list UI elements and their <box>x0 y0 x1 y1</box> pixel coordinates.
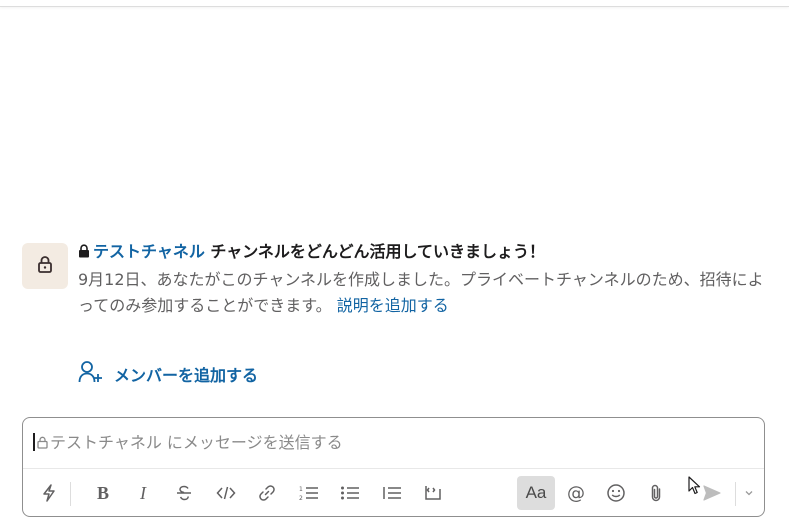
send-divider <box>735 482 736 506</box>
message-placeholder: テストチャネル にメッセージを送信する <box>50 433 343 452</box>
code-block-button[interactable] <box>417 476 449 510</box>
message-input[interactable]: テストチャネル にメッセージを送信する <box>33 428 754 458</box>
chevron-down-icon <box>744 489 754 497</box>
blockquote-button[interactable] <box>376 476 408 510</box>
mention-icon: @ <box>567 482 585 504</box>
add-members-button[interactable]: メンバーを追加する <box>78 360 258 388</box>
paperclip-icon <box>648 483 664 503</box>
text-caret <box>33 433 35 451</box>
intro-text: テストチャネル チャンネルをどんどん活用していきましょう！ 9月12日、あなたが… <box>78 240 778 319</box>
link-button[interactable] <box>251 476 283 510</box>
formatting-toolbar: B I 12 Aa @ <box>23 474 764 512</box>
ordered-list-button[interactable]: 12 <box>293 476 325 510</box>
svg-text:2: 2 <box>299 495 303 502</box>
shortcuts-button[interactable] <box>33 476 65 510</box>
bold-button[interactable]: B <box>87 476 119 510</box>
lightning-icon <box>41 484 57 502</box>
code-button[interactable] <box>210 476 242 510</box>
bulleted-list-icon <box>340 484 360 502</box>
strikethrough-button[interactable] <box>168 476 200 510</box>
channel-avatar <box>22 243 68 289</box>
formatting-toggle-button[interactable]: Aa <box>517 476 555 510</box>
header-divider <box>0 0 789 7</box>
send-options-button[interactable] <box>739 476 759 510</box>
mouse-pointer-icon <box>688 476 702 500</box>
ordered-list-icon: 12 <box>299 484 319 502</box>
bulleted-list-button[interactable] <box>334 476 366 510</box>
add-members-label: メンバーを追加する <box>114 366 259 385</box>
strikethrough-icon <box>175 484 193 502</box>
add-description-link[interactable]: 説明を追加する <box>337 296 449 315</box>
send-icon <box>702 484 722 502</box>
placeholder-lock-icon <box>37 429 48 459</box>
intro-description: 9月12日、あなたがこのチャンネルを作成しました。プライベートチャンネルのため、… <box>78 267 778 319</box>
italic-button[interactable]: I <box>127 476 159 510</box>
emoji-icon <box>606 483 626 503</box>
code-icon <box>216 485 236 501</box>
italic-icon: I <box>140 482 146 503</box>
message-composer: テストチャネル にメッセージを送信する B I 1 2 Aa @ <box>22 417 765 517</box>
intro-title-text: チャンネルをどんどん活用していきましょう！ <box>204 242 545 261</box>
mention-button[interactable]: @ <box>560 476 592 510</box>
toolbar-divider <box>70 482 71 506</box>
bold-icon: B <box>96 482 109 503</box>
link-icon <box>258 484 276 502</box>
code-block-icon <box>423 484 443 502</box>
blockquote-icon <box>382 484 402 502</box>
formatting-icon: Aa <box>525 483 547 502</box>
composer-divider <box>23 468 764 469</box>
private-channel-lock-icon <box>78 241 90 265</box>
attach-button[interactable] <box>640 476 672 510</box>
intro-title: テストチャネル チャンネルをどんどん活用していきましょう！ <box>78 240 778 265</box>
add-user-icon <box>78 360 104 388</box>
emoji-button[interactable] <box>600 476 632 510</box>
svg-text:1: 1 <box>299 486 303 493</box>
lock-icon <box>37 255 53 277</box>
channel-name-link[interactable]: テストチャネル <box>93 242 205 261</box>
